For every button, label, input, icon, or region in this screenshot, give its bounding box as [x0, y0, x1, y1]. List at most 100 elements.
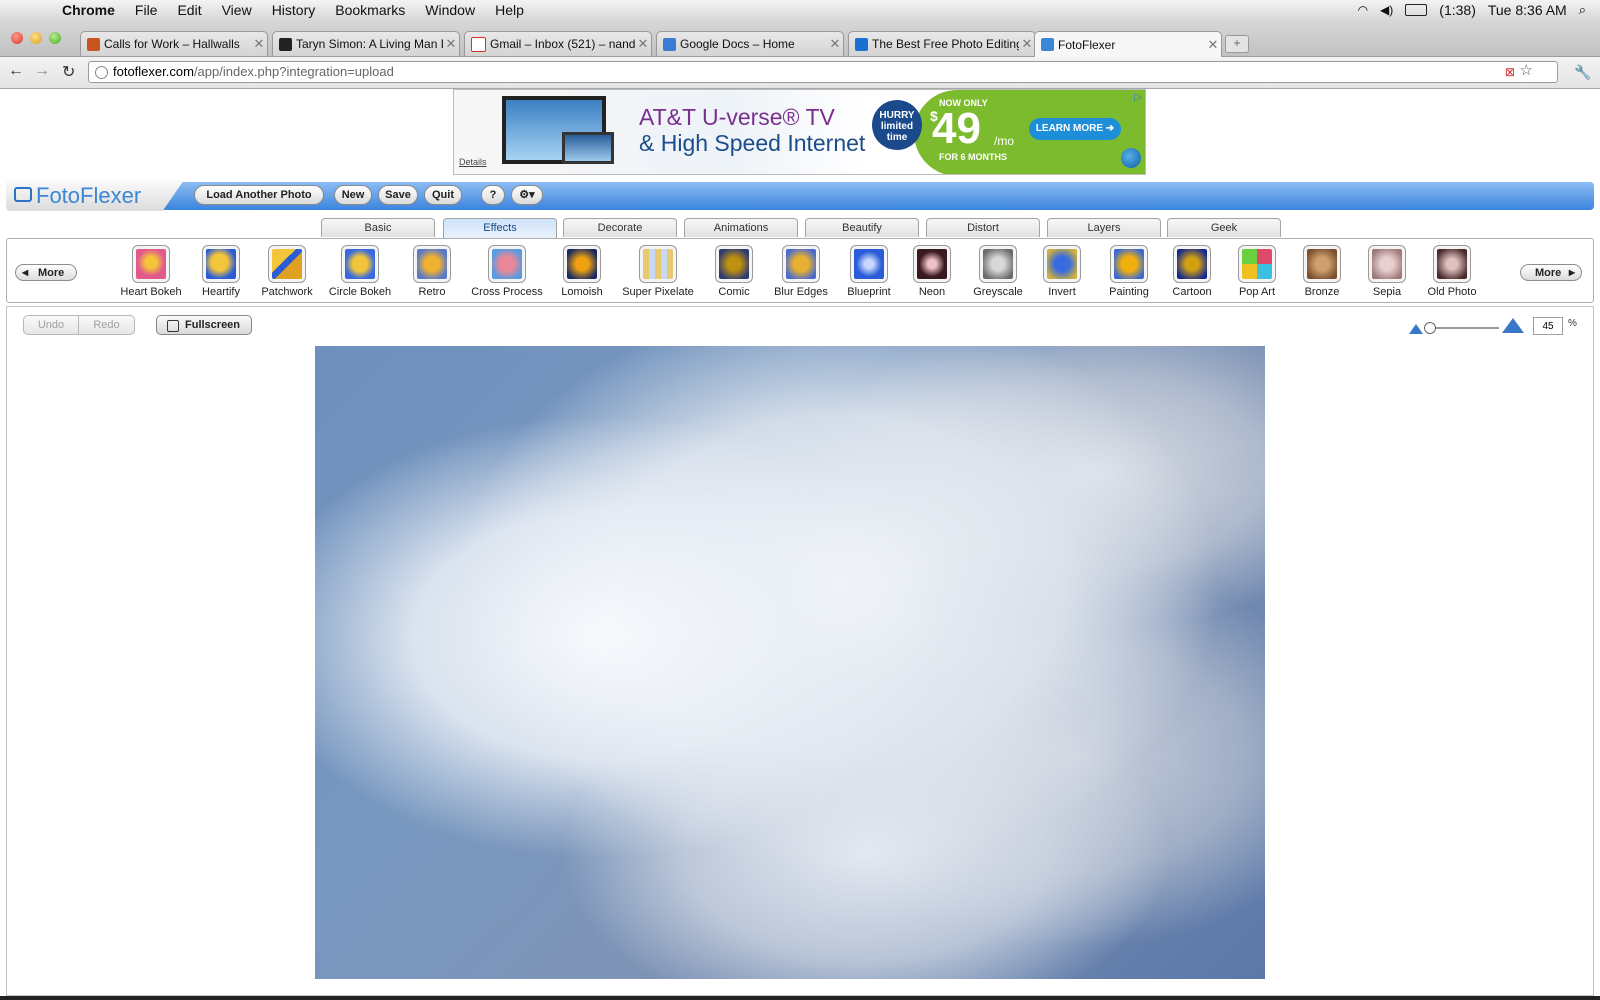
zoom-slider-track[interactable]: [1429, 327, 1499, 329]
new-button[interactable]: New: [334, 185, 372, 205]
effect-label: Lomoish: [561, 286, 603, 298]
effect-circle-bokeh[interactable]: Circle Bokeh: [320, 245, 400, 298]
effect-patchwork[interactable]: Patchwork: [247, 245, 327, 298]
effect-old-photo[interactable]: Old Photo: [1412, 245, 1492, 298]
menu-window[interactable]: Window: [415, 2, 485, 18]
fullscreen-button[interactable]: Fullscreen: [156, 315, 252, 335]
effect-heart-bokeh[interactable]: Heart Bokeh: [111, 245, 191, 298]
tab-close-icon[interactable]: ✕: [1019, 36, 1035, 52]
effect-thumbnail: [132, 245, 170, 283]
browser-tab-active[interactable]: FotoFlexer ✕: [1034, 31, 1222, 57]
tab-basic[interactable]: Basic: [321, 218, 435, 237]
new-tab-button[interactable]: +: [1225, 35, 1249, 53]
effect-thumbnail: [1368, 245, 1406, 283]
settings-button[interactable]: ⚙▾: [511, 185, 543, 205]
back-icon[interactable]: ←: [8, 62, 24, 80]
reload-icon[interactable]: ↻: [62, 62, 75, 82]
forward-icon[interactable]: →: [34, 62, 50, 80]
thumbnail-image: [1372, 249, 1402, 279]
effect-label: Super Pixelate: [622, 286, 694, 298]
thumbnail-image: [786, 249, 816, 279]
effect-thumbnail: [563, 245, 601, 283]
ad-learn-more-button[interactable]: LEARN MORE ➔: [1029, 118, 1121, 140]
clock[interactable]: Tue 8:36 AM: [1488, 2, 1567, 18]
menu-app[interactable]: Chrome: [52, 2, 125, 18]
blocked-popup-icon[interactable]: ⊠: [1505, 62, 1515, 82]
quit-button[interactable]: Quit: [424, 185, 462, 205]
status-area: ◠ ◀) (1:38) Tue 8:36 AM ⌕: [1358, 2, 1586, 18]
effect-super-pixelate[interactable]: Super Pixelate: [618, 245, 698, 298]
address-bar[interactable]: fotoflexer.com/app/index.php?integration…: [88, 61, 1558, 83]
browser-tab[interactable]: Google Docs – Home ✕: [656, 31, 844, 56]
load-another-photo-button[interactable]: Load Another Photo: [194, 185, 324, 205]
effect-thumbnail: [1110, 245, 1148, 283]
menu-help[interactable]: Help: [485, 2, 534, 18]
browser-tab[interactable]: Gmail – Inbox (521) – nando ✕: [464, 31, 652, 56]
thumbnail-image: [719, 249, 749, 279]
browser-tab[interactable]: Calls for Work – Hallwalls ✕: [80, 31, 268, 56]
zoom-window-icon[interactable]: [49, 32, 61, 44]
thumbnail-image: [345, 249, 375, 279]
spotlight-icon[interactable]: ⌕: [1579, 2, 1586, 18]
menu-edit[interactable]: Edit: [167, 2, 211, 18]
close-window-icon[interactable]: [11, 32, 23, 44]
tab-animations[interactable]: Animations: [684, 218, 798, 237]
tab-close-icon[interactable]: ✕: [443, 36, 459, 52]
tab-favicon-icon: [1041, 38, 1054, 51]
menu-history[interactable]: History: [262, 2, 326, 18]
zoom-in-icon[interactable]: [1502, 318, 1524, 333]
adchoices-icon[interactable]: ▷: [1134, 92, 1142, 103]
tab-decorate[interactable]: Decorate: [563, 218, 677, 237]
minimize-window-icon[interactable]: [30, 32, 42, 44]
more-left-button[interactable]: ◀ More: [15, 264, 77, 281]
advertisement-banner[interactable]: AT&T U-verse® TV & High Speed Internet H…: [453, 89, 1146, 175]
url-host: fotoflexer.com: [113, 64, 194, 79]
bookmark-star-icon[interactable]: ☆: [1520, 61, 1533, 81]
thumbnail-image: [1177, 249, 1207, 279]
effect-retro[interactable]: Retro: [392, 245, 472, 298]
effect-thumbnail: [1303, 245, 1341, 283]
page-icon: [95, 66, 108, 79]
effect-cross-process[interactable]: Cross Process: [467, 245, 547, 298]
volume-icon[interactable]: ◀): [1380, 3, 1393, 17]
menu-view[interactable]: View: [212, 2, 262, 18]
save-button[interactable]: Save: [378, 185, 418, 205]
browser-tab[interactable]: The Best Free Photo Editing S ✕: [848, 31, 1036, 56]
effect-lomoish[interactable]: Lomoish: [542, 245, 622, 298]
more-left-label: More: [38, 267, 65, 279]
wrench-icon[interactable]: 🔧: [1574, 64, 1591, 81]
effect-thumbnail: [1433, 245, 1471, 283]
tab-distort[interactable]: Distort: [926, 218, 1040, 237]
url-path: /app/index.php?integration=upload: [193, 64, 394, 79]
tab-close-icon[interactable]: ✕: [1205, 37, 1221, 53]
effect-thumbnail: [202, 245, 240, 283]
photo-canvas[interactable]: [315, 346, 1265, 979]
tab-effects[interactable]: Effects: [443, 218, 557, 238]
redo-button[interactable]: Redo: [79, 315, 135, 335]
tab-beautify[interactable]: Beautify: [805, 218, 919, 237]
tab-geek[interactable]: Geek: [1167, 218, 1281, 237]
menu-items: Chrome File Edit View History Bookmarks …: [52, 2, 534, 18]
zoom-input[interactable]: 45: [1533, 317, 1563, 335]
logo-text: FotoFlexer: [36, 183, 142, 208]
more-right-button[interactable]: More ▶: [1520, 264, 1582, 281]
zoom-out-icon[interactable]: [1409, 324, 1423, 334]
camera-icon: [14, 187, 32, 202]
help-button[interactable]: ?: [481, 185, 505, 205]
ad-details-link[interactable]: Details: [459, 157, 487, 167]
ad-subheadline: & High Speed Internet: [639, 130, 866, 156]
menu-bookmarks[interactable]: Bookmarks: [325, 2, 415, 18]
tab-favicon-icon: [855, 37, 868, 51]
tab-close-icon[interactable]: ✕: [827, 36, 843, 52]
browser-tab[interactable]: Taryn Simon: A Living Man D ✕: [272, 31, 460, 56]
ad-headline: AT&T U-verse® TV: [639, 104, 835, 130]
tab-layers[interactable]: Layers: [1047, 218, 1161, 237]
menu-file[interactable]: File: [125, 2, 168, 18]
tab-close-icon[interactable]: ✕: [635, 36, 651, 52]
battery-icon[interactable]: [1405, 4, 1428, 16]
effect-label: Cross Process: [471, 286, 543, 298]
zoom-slider-handle[interactable]: [1424, 322, 1436, 334]
wifi-icon[interactable]: ◠: [1358, 3, 1368, 17]
tab-close-icon[interactable]: ✕: [251, 36, 267, 52]
undo-button[interactable]: Undo: [23, 315, 79, 335]
